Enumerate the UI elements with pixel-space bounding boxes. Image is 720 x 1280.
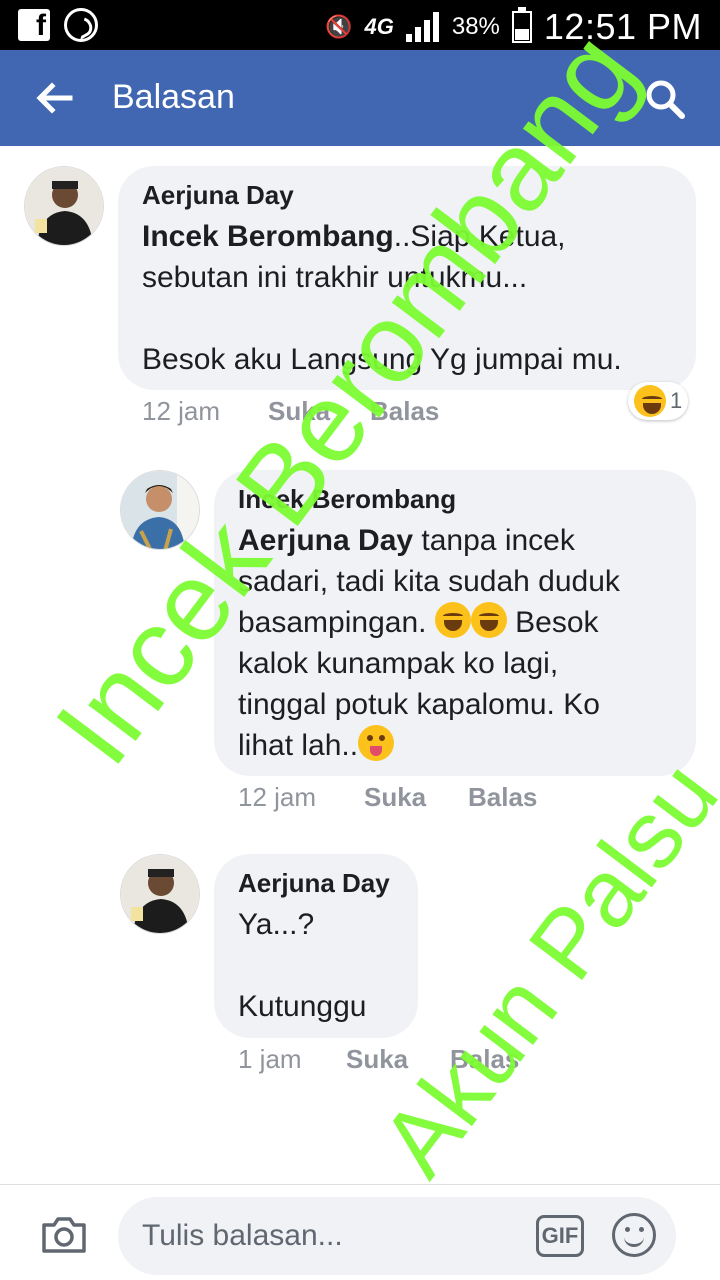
whatsapp-icon: [64, 8, 98, 42]
comment-author[interactable]: Aerjuna Day: [238, 868, 394, 898]
winking-tongue-emoji-icon: [358, 725, 395, 761]
comment-text: Ya...? Kutunggu: [238, 908, 367, 1023]
page-title: Balasan: [112, 78, 235, 116]
reply-composer: Tulis balasan... GIF: [0, 1184, 720, 1280]
like-button[interactable]: Suka: [346, 1044, 450, 1075]
clock: 12:51 PM: [543, 6, 702, 47]
reply-input-placeholder: Tulis balasan...: [142, 1219, 343, 1252]
like-button[interactable]: Suka: [364, 782, 468, 813]
comment-bubble: Aerjuna Day Incek Berombang..Siap Ketua,…: [118, 166, 696, 390]
app-bar: Balasan: [0, 50, 720, 146]
smiley-icon[interactable]: [612, 1213, 656, 1257]
battery-percent: 38%: [451, 13, 500, 40]
reply-button[interactable]: Balas: [450, 1044, 519, 1075]
reaction-count: 1: [670, 388, 683, 413]
comment-time: 12 jam: [142, 396, 221, 426]
arrow-left-icon[interactable]: [34, 78, 74, 118]
camera-icon[interactable]: [40, 1215, 88, 1255]
gif-button[interactable]: GIF: [536, 1215, 584, 1257]
network-type: 4G: [364, 14, 394, 39]
avatar[interactable]: [24, 166, 104, 246]
comment-time: 12 jam: [238, 782, 317, 812]
reply-input[interactable]: Tulis balasan... GIF: [118, 1197, 676, 1275]
laughing-emoji-icon: [434, 602, 471, 638]
mention-link[interactable]: Aerjuna Day: [238, 524, 413, 557]
reaction-badge[interactable]: 1: [628, 382, 689, 420]
mute-icon: 🔇: [325, 14, 353, 40]
comment-text: Aerjuna Day tanpa incek sadari, tadi kit…: [238, 524, 620, 762]
reply-button[interactable]: Balas: [370, 396, 439, 427]
facebook-icon: f: [18, 9, 50, 41]
comment-bubble: Aerjuna Day Ya...? Kutunggu: [214, 854, 418, 1038]
comment-text: Incek Berombang..Siap Ketua, sebutan ini…: [142, 220, 622, 376]
like-button[interactable]: Suka: [268, 396, 370, 427]
avatar[interactable]: [120, 470, 200, 550]
signal-icon: [405, 12, 440, 42]
search-icon[interactable]: [644, 78, 686, 120]
comment-time: 1 jam: [238, 1044, 302, 1074]
mention-link[interactable]: Incek Berombang: [142, 220, 394, 253]
status-bar: f 🔇 4G 38% 12:51 PM: [0, 0, 720, 50]
laughing-emoji-icon: [470, 602, 507, 638]
reply-button[interactable]: Balas: [468, 782, 537, 813]
battery-icon: [511, 7, 532, 43]
comment-bubble: Incek Berombang Aerjuna Day tanpa incek …: [214, 470, 696, 776]
laughing-emoji-icon: [634, 385, 666, 417]
avatar[interactable]: [120, 854, 200, 934]
comment-author[interactable]: Incek Berombang: [238, 484, 672, 514]
comment-author[interactable]: Aerjuna Day: [142, 180, 672, 210]
